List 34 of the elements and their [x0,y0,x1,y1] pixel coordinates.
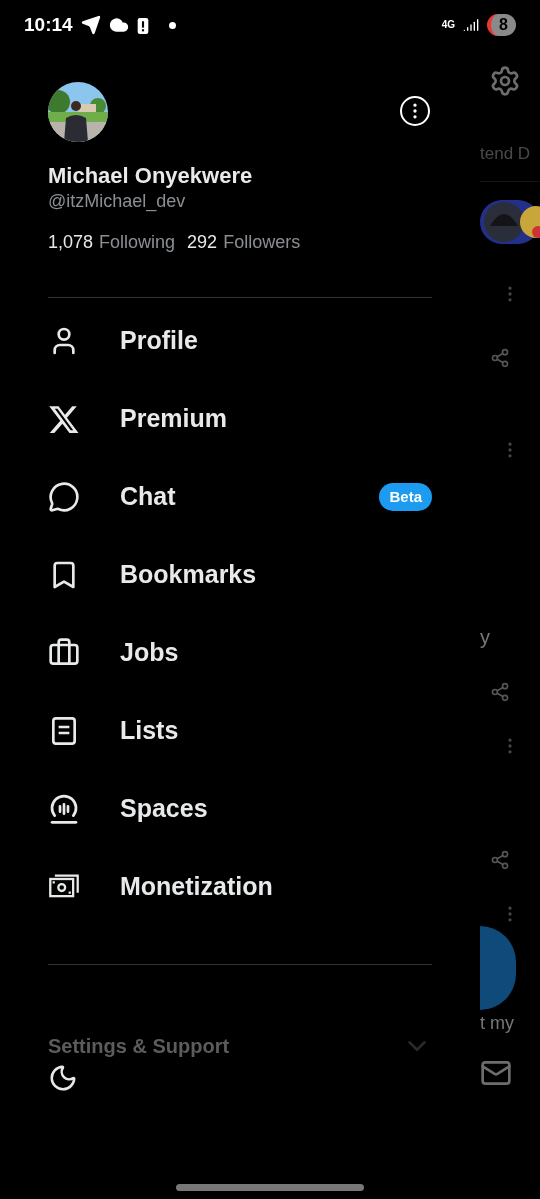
menu-item[interactable]: Profile [120,322,198,360]
share-icon[interactable] [490,347,510,368]
following-label[interactable]: Following [99,230,176,254]
share-icon[interactable] [490,849,510,870]
following-count[interactable]: 1,078 [48,230,94,254]
status-time: 10:14 [24,12,73,37]
menu-item[interactable]: Spaces [120,790,208,828]
paper-plane-icon [80,15,101,35]
post-text: y [480,624,490,650]
display-name: Michael Onyekwere [48,162,253,190]
menu-item[interactable]: Monetization [120,868,273,906]
menu-item[interactable]: Jobs [120,634,179,672]
menu-item[interactable]: Bookmarks [120,556,257,594]
battery-indicator: 8 [487,14,516,36]
menu-item[interactable]: Lists [120,712,179,750]
cloud-icon [108,15,129,35]
settings-icon[interactable] [489,65,521,97]
menu-item[interactable]: Premium [120,400,227,438]
followers-label[interactable]: Followers [223,230,301,254]
post-text: tend D [480,143,531,165]
followers-count[interactable]: 292 [187,230,218,254]
post-text: t my [480,1011,514,1035]
more-options-button[interactable] [400,96,430,126]
battery-alert-icon [136,16,149,34]
user-handle: @itzMichael_dev [48,190,186,212]
beta-badge: Beta [379,482,432,512]
x-logo-icon [48,403,80,435]
microphone-icon [48,793,80,825]
moon-icon[interactable] [48,1063,78,1093]
menu-item[interactable]: Chat [120,478,176,516]
signal-icon [463,17,480,33]
speech-bubble-icon [48,481,80,513]
share-icon[interactable] [490,681,510,702]
network-type: 4G [441,20,456,30]
